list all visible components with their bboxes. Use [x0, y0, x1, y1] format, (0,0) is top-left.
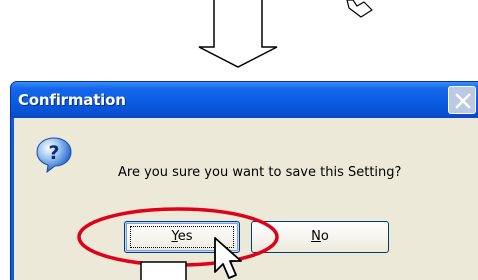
- dialog-message: Are you sure you want to save this Setti…: [118, 165, 402, 180]
- confirmation-dialog: Confirmation ? Are you sure you want to …: [10, 81, 478, 280]
- no-button-mnemonic: N: [311, 229, 321, 244]
- down-arrow: [198, 0, 278, 68]
- focus-rectangle: [130, 226, 234, 248]
- no-button-label: o: [320, 229, 329, 244]
- close-button[interactable]: [448, 86, 476, 114]
- no-button[interactable]: No: [251, 221, 389, 253]
- mouse-pointer-icon: [346, 0, 373, 18]
- dialog-title: Confirmation: [18, 91, 126, 109]
- top-annotation-layer: [198, 0, 373, 68]
- svg-text:?: ?: [48, 142, 59, 164]
- yes-button-mnemonic: Y: [171, 229, 178, 244]
- question-icon: ?: [36, 137, 72, 174]
- dialog-body: ? Are you sure you want to save this Set…: [14, 118, 478, 280]
- close-icon: [455, 93, 471, 109]
- screenshot-stage: Confirmation ? Are you sure you want to …: [0, 0, 478, 280]
- yes-button[interactable]: Yes: [124, 221, 240, 253]
- dialog-titlebar[interactable]: Confirmation: [11, 82, 478, 118]
